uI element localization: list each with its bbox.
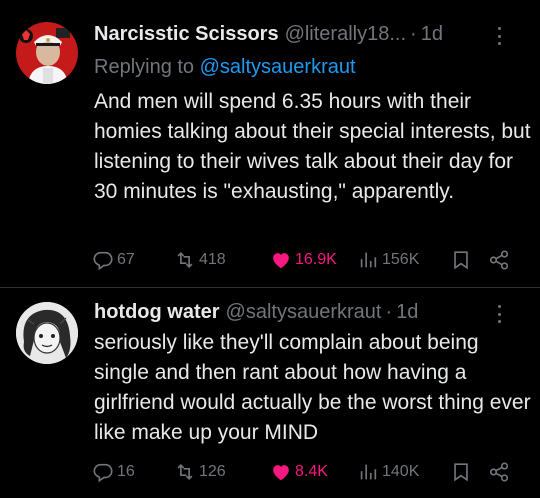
views-button[interactable]: 140K [357, 461, 419, 483]
like-count: 16.9K [295, 251, 337, 268]
author-name[interactable]: hotdog water [94, 301, 220, 324]
views-icon [360, 252, 377, 268]
author-name[interactable]: Narcisstic Scissors [94, 23, 279, 46]
retweet-count: 418 [199, 251, 226, 268]
reply-prefix: Replying to [94, 56, 195, 78]
avatar-image [16, 302, 78, 364]
reply-count: 16 [117, 463, 135, 480]
share-button[interactable] [488, 249, 510, 271]
view-count: 156K [382, 251, 420, 268]
reply-button[interactable]: 16 [92, 461, 135, 483]
separator: · [385, 300, 393, 323]
timestamp[interactable]: 1d [396, 301, 418, 324]
tweet[interactable]: Narcisstic Scissors @literally18... · 1d… [0, 0, 540, 286]
replying-to: Replying to @saltysauerkraut [94, 56, 356, 79]
action-bar: 67 418 16.9K 156K [92, 246, 526, 274]
timestamp[interactable]: 1d [421, 23, 443, 46]
bookmark-button[interactable] [450, 249, 472, 271]
share-icon [489, 250, 509, 270]
share-button[interactable] [488, 461, 510, 483]
more-icon[interactable] [492, 305, 506, 323]
reply-count: 67 [117, 251, 135, 268]
author-handle[interactable]: @literally18... [285, 23, 406, 46]
retweet-icon [177, 251, 193, 269]
retweet-count: 126 [199, 463, 226, 480]
bookmark-button[interactable] [450, 461, 472, 483]
reply-icon [93, 251, 113, 271]
reply-icon [93, 463, 113, 483]
tweet-header: Narcisstic Scissors @literally18... · 1d [94, 21, 524, 47]
views-icon [360, 464, 377, 480]
heart-icon [273, 253, 289, 269]
like-count: 8.4K [295, 463, 328, 480]
reply-button[interactable]: 67 [92, 249, 135, 271]
like-button[interactable]: 16.9K [270, 249, 337, 271]
view-count: 140K [382, 463, 420, 480]
retweet-icon [177, 463, 193, 481]
share-icon [489, 462, 509, 482]
author-handle[interactable]: @saltysauerkraut [226, 301, 382, 324]
tweet[interactable]: hotdog water @saltysauerkraut · 1d serio… [0, 288, 540, 498]
bookmark-icon [454, 251, 468, 270]
tweet-text: seriously like they'll complain about be… [94, 331, 531, 444]
reply-to-handle[interactable]: @saltysauerkraut [200, 56, 356, 78]
like-button[interactable]: 8.4K [270, 461, 328, 483]
separator: · [410, 22, 417, 45]
avatar[interactable] [16, 302, 78, 364]
avatar-image [16, 22, 78, 84]
tweet-text: And men will spend 6.35 hours with their… [94, 90, 531, 203]
more-icon[interactable] [492, 27, 506, 45]
avatar[interactable] [16, 22, 78, 84]
action-bar: 16 126 8.4K 140K [92, 458, 526, 486]
bookmark-icon [454, 463, 468, 482]
tweet-header: hotdog water @saltysauerkraut · 1d [94, 299, 524, 325]
heart-icon [273, 465, 289, 481]
retweet-button[interactable]: 126 [174, 461, 226, 483]
views-button[interactable]: 156K [357, 249, 419, 271]
retweet-button[interactable]: 418 [174, 249, 226, 271]
